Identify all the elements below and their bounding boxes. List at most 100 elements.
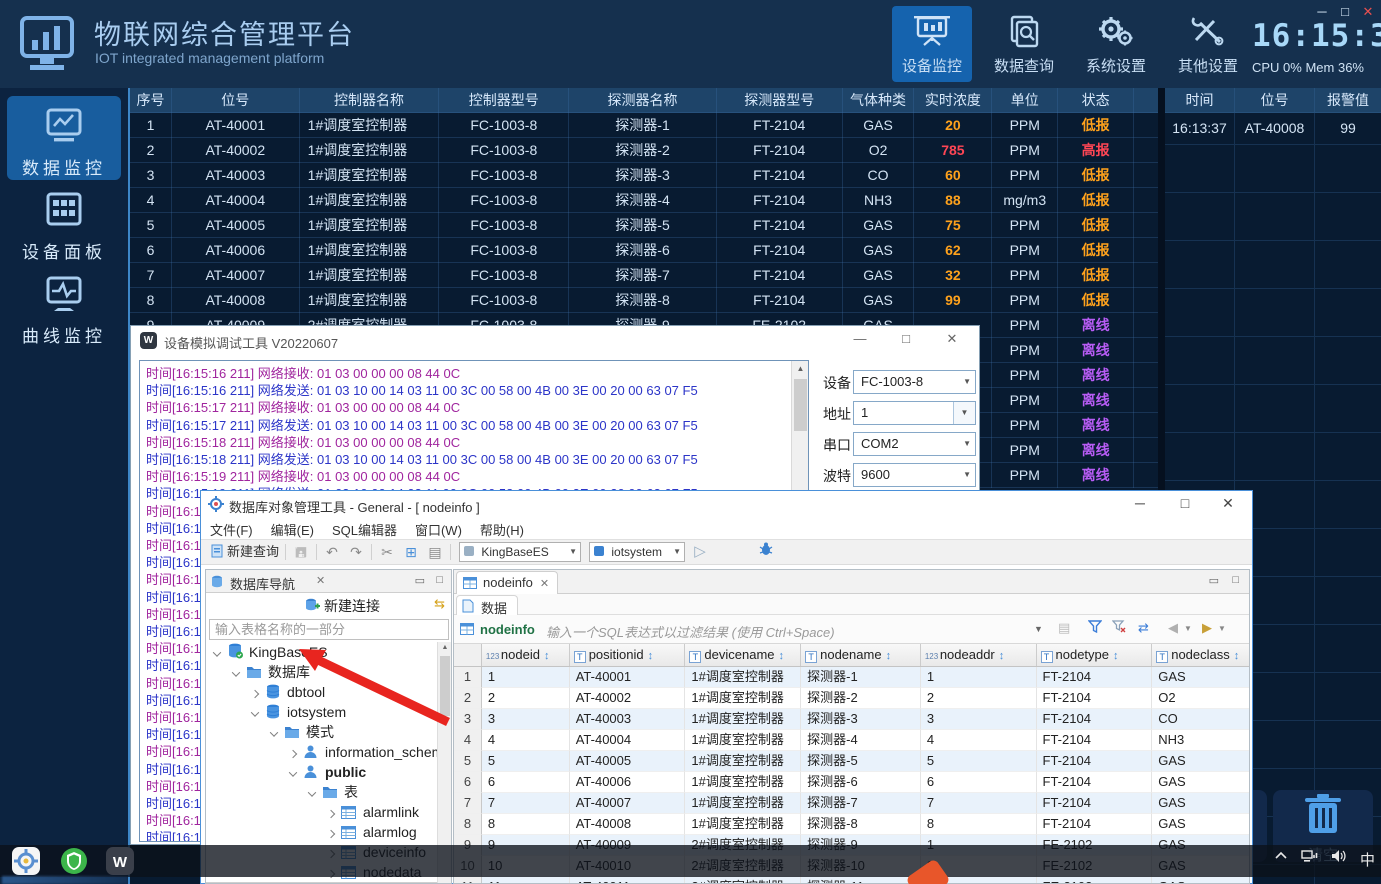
chevron-down-icon[interactable]: ▼ [963, 464, 971, 486]
grid-column-header-devicename[interactable]: Tdevicename↕ [685, 644, 801, 666]
link-editor-icon[interactable]: ⇆ [434, 596, 445, 612]
table-name-filter-input[interactable]: 输入表格名称的一部分 [209, 619, 449, 640]
table-row[interactable]: 6AT-400061#调度室控制器FC-1003-8探测器-6FT-2104GA… [130, 238, 1158, 263]
db-maximize-button[interactable]: □ [1173, 495, 1197, 511]
chevron-down-icon[interactable] [232, 668, 240, 676]
chevron-down-icon[interactable] [213, 648, 221, 656]
db-minimize-button[interactable]: ─ [1128, 495, 1152, 511]
paste-icon[interactable]: ▤ [426, 540, 444, 564]
chevron-down-icon[interactable]: ▼ [963, 371, 971, 393]
nav-item-2[interactable]: 数据查询 [984, 6, 1064, 82]
prev-page-icon[interactable]: ◀ [1168, 620, 1178, 636]
debug-close-button[interactable]: ✕ [941, 331, 963, 347]
chevron-down-icon[interactable] [289, 768, 297, 776]
chevron-down-icon[interactable] [251, 708, 259, 716]
navigator-tab[interactable]: 数据库导航 [230, 574, 295, 593]
tree-item-KingBaseES[interactable]: KingBaseES [206, 642, 438, 662]
sort-icon[interactable]: ↕ [1113, 650, 1119, 662]
window-close-button[interactable]: ✕ [1359, 4, 1377, 20]
input-method-indicator[interactable]: 中 [1360, 849, 1375, 870]
tree-item-数据库[interactable]: 数据库 [206, 662, 438, 682]
scrollbar-thumb[interactable] [794, 379, 807, 431]
grid-column-header-nodename[interactable]: Tnodename↕ [801, 644, 921, 666]
sidebar-item-3[interactable]: 曲线监控 [7, 264, 121, 348]
editor-minimize-icon[interactable]: ▭ [1209, 574, 1219, 587]
grid-column-header-positionid[interactable]: Tpositionid↕ [570, 644, 686, 666]
tree-item-模式[interactable]: 模式 [206, 722, 438, 742]
table-row[interactable]: 5AT-400051#调度室控制器FC-1003-8探测器-5FT-2104GA… [130, 213, 1158, 238]
transfer-icon[interactable]: ⇄ [1138, 620, 1149, 636]
save-filter-icon[interactable]: ▤ [1058, 620, 1070, 636]
debug-titlebar[interactable]: W 设备模拟调试工具 V20220607 — □ ✕ [131, 326, 979, 354]
filter-dropdown-icon[interactable]: ▼ [1034, 624, 1043, 634]
table-row[interactable]: 7AT-400071#调度室控制器FC-1003-8探测器-7FT-2104GA… [130, 263, 1158, 288]
scroll-up-icon[interactable]: ▲ [438, 644, 452, 651]
grid-row[interactable]: 11AT-400011#调度室控制器探测器-11FT-2104GAS [454, 667, 1249, 688]
prev-dropdown-icon[interactable]: ▼ [1184, 624, 1192, 633]
nav-item-1[interactable]: 设备监控 [892, 6, 972, 82]
combobox-设备[interactable]: FC-1003-8▼ [853, 370, 976, 394]
grid-column-header-nodeid[interactable]: 123nodeid↕ [482, 644, 570, 666]
sort-icon[interactable]: ↕ [779, 650, 785, 662]
nav-item-3[interactable]: 系统设置 [1076, 6, 1156, 82]
undo-icon[interactable]: ↶ [323, 540, 341, 564]
debug-bug-icon[interactable] [759, 540, 773, 564]
grid-row[interactable]: 55AT-400051#调度室控制器探测器-55FT-2104GAS [454, 751, 1249, 772]
chevron-right-icon[interactable] [327, 830, 335, 838]
sort-icon[interactable]: ↕ [544, 650, 550, 662]
tree-item-dbtool[interactable]: dbtool [206, 682, 438, 702]
grid-row[interactable]: 1111AT-400112#调度室控制器探测器-113FE-2102GAS [454, 877, 1249, 883]
network-icon[interactable] [1301, 849, 1318, 867]
schema-combobox[interactable]: iotsystem▼ [589, 542, 685, 562]
tree-item-alarmlink[interactable]: alarmlink [206, 802, 438, 822]
combobox-波特[interactable]: 9600▼ [853, 463, 976, 487]
navigator-maximize-icon[interactable]: □ [436, 574, 443, 586]
tab-close-icon[interactable]: ✕ [540, 578, 549, 590]
table-row[interactable]: 1AT-400011#调度室控制器FC-1003-8探测器-1FT-2104GA… [130, 113, 1158, 138]
grid-row[interactable]: 77AT-400071#调度室控制器探测器-77FT-2104GAS [454, 793, 1249, 814]
sidebar-item-2[interactable]: 设备面板 [7, 180, 121, 264]
navigator-minimize-icon[interactable]: ▭ [415, 574, 425, 587]
tree-item-iotsystem[interactable]: iotsystem [206, 702, 438, 722]
table-row[interactable]: 2AT-400021#调度室控制器FC-1003-8探测器-2FT-2104O2… [130, 138, 1158, 163]
tree-item-nodeinfo[interactable]: nodeinfo [206, 882, 438, 883]
cut-icon[interactable]: ✂ [378, 540, 396, 564]
grid-row[interactable]: 22AT-400021#调度室控制器探测器-22FT-2104O2 [454, 688, 1249, 709]
filter-funnel-icon[interactable] [1088, 620, 1102, 636]
chevron-right-icon[interactable] [251, 690, 259, 698]
connection-combobox[interactable]: KingBaseES▼ [459, 542, 581, 562]
debug-minimize-button[interactable]: — [849, 331, 871, 346]
chevron-right-icon[interactable] [327, 810, 335, 818]
tray-expand-icon[interactable] [1274, 849, 1288, 867]
tree-item-alarmlog[interactable]: alarmlog [206, 822, 438, 842]
frame-icon[interactable]: ⊞ [402, 540, 420, 564]
tree-item-表[interactable]: 表 [206, 782, 438, 802]
editor-maximize-icon[interactable]: □ [1232, 574, 1239, 586]
chevron-down-icon[interactable] [270, 728, 278, 736]
sort-icon[interactable]: ↕ [886, 650, 892, 662]
new-query-button[interactable]: 新建查询 [207, 540, 279, 564]
sidebar-item-1[interactable]: 数据监控 [7, 96, 121, 180]
subtab-data[interactable]: 数据 [456, 595, 518, 615]
tree-item-public[interactable]: public [206, 762, 438, 782]
scrollbar-thumb[interactable] [440, 656, 450, 716]
chevron-right-icon[interactable] [289, 750, 297, 758]
table-row[interactable]: 8AT-400081#调度室控制器FC-1003-8探测器-8FT-2104GA… [130, 288, 1158, 313]
volume-icon[interactable] [1331, 849, 1347, 867]
sql-filter-input[interactable]: 输入一个SQL表达式以过滤结果 (使用 Ctrl+Space) [546, 622, 835, 641]
scroll-up-icon[interactable]: ▲ [792, 364, 809, 373]
table-row[interactable]: 3AT-400031#调度室控制器FC-1003-8探测器-3FT-2104CO… [130, 163, 1158, 188]
grid-row[interactable]: 44AT-400041#调度室控制器探测器-44FT-2104NH3 [454, 730, 1249, 751]
save-icon[interactable]: 🖪 [292, 540, 310, 564]
window-minimize-button[interactable]: ─ [1313, 4, 1331, 19]
nav-item-4[interactable]: 其他设置 [1168, 6, 1248, 82]
db-close-button[interactable]: ✕ [1216, 495, 1240, 512]
grid-row[interactable]: 88AT-400081#调度室控制器探测器-88FT-2104GAS [454, 814, 1249, 835]
chevron-down-icon[interactable] [308, 788, 316, 796]
next-dropdown-icon[interactable]: ▼ [1218, 624, 1226, 633]
sort-icon[interactable]: ↕ [999, 650, 1005, 662]
window-maximize-button[interactable]: □ [1336, 4, 1354, 19]
new-connection-button[interactable]: 新建连接 [324, 596, 380, 616]
chevron-down-icon[interactable]: ▼ [953, 402, 975, 424]
grid-column-header-nodeclass[interactable]: Tnodeclass↕ [1152, 644, 1249, 666]
